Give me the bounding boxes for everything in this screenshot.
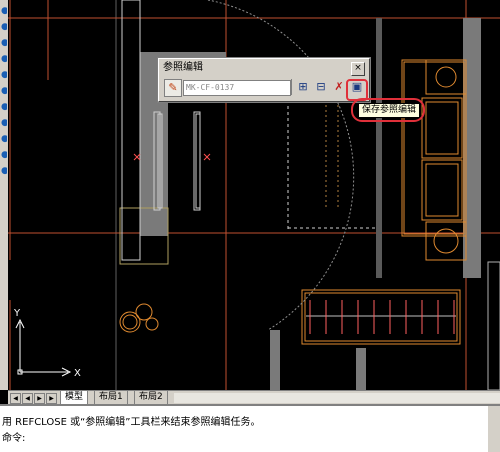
tab-layout2[interactable]: 布局2 — [134, 391, 168, 405]
last-tab-icon[interactable]: ▶ — [46, 393, 57, 404]
layer-icon[interactable]: ● — [1, 54, 7, 64]
refedit-toolbar[interactable]: 参照编辑 × ✎ MK-CF-0137 ⊞ ⊟ ✗ ▣ — [158, 58, 370, 102]
grid-icon[interactable]: ● — [1, 86, 7, 96]
snap-icon[interactable]: ● — [1, 70, 7, 80]
swing-arc — [207, 0, 355, 331]
osnap-icon[interactable]: ● — [1, 134, 7, 144]
reference-name-field[interactable]: MK-CF-0137 — [183, 80, 291, 96]
bed — [401, 59, 467, 261]
ucs-icon — [15, 318, 72, 377]
command-prompt[interactable]: 命令: — [2, 432, 25, 446]
command-line[interactable]: 用 REFCLOSE 或“参照编辑”工具栏来结束参照编辑任务。 命令: — [0, 404, 500, 452]
otrack-icon[interactable]: ● — [1, 150, 7, 160]
wall-block — [376, 18, 382, 278]
ortho-icon[interactable]: ● — [1, 102, 7, 112]
next-tab-icon[interactable]: ▶ — [34, 393, 45, 404]
toolbar-separator — [291, 79, 292, 95]
wall-block — [487, 261, 500, 390]
first-tab-icon[interactable]: ◀ — [10, 393, 21, 404]
layout-tabs-bar: ◀ ◀ ▶ ▶ 模型 布局1 布局2 — [8, 390, 500, 405]
plant — [119, 303, 159, 333]
ucs-x-label: X — [74, 368, 81, 379]
edit-reference-icon[interactable]: ✎ — [164, 79, 182, 97]
close-button[interactable]: × — [351, 62, 365, 76]
zoom-icon[interactable]: ● — [1, 22, 7, 32]
polar-icon[interactable]: ● — [1, 118, 7, 128]
horizontal-scrollbar[interactable] — [174, 393, 500, 403]
remove-from-workset-icon[interactable]: ⊟ — [313, 79, 329, 95]
highlight-ring — [351, 98, 425, 122]
refedit-title[interactable]: 参照编辑 — [159, 59, 349, 76]
tab-model[interactable]: 模型 — [60, 391, 89, 405]
discard-changes-icon[interactable]: ✗ — [331, 79, 347, 95]
ucs-y-label: Y — [13, 308, 21, 319]
wardrobe-hangers — [309, 300, 455, 334]
add-to-workset-icon[interactable]: ⊞ — [295, 79, 311, 95]
wall-block — [270, 330, 280, 390]
orbit-icon[interactable]: ● — [1, 38, 7, 48]
wall-block — [356, 348, 366, 390]
lwt-icon[interactable]: ● — [1, 166, 7, 176]
prev-tab-icon[interactable]: ◀ — [22, 393, 33, 404]
pan-icon[interactable]: ● — [1, 6, 7, 16]
command-scrollbar[interactable] — [488, 406, 500, 452]
tab-layout1[interactable]: 布局1 — [94, 391, 128, 405]
command-history: 用 REFCLOSE 或“参照编辑”工具栏来结束参照编辑任务。 — [2, 417, 261, 428]
